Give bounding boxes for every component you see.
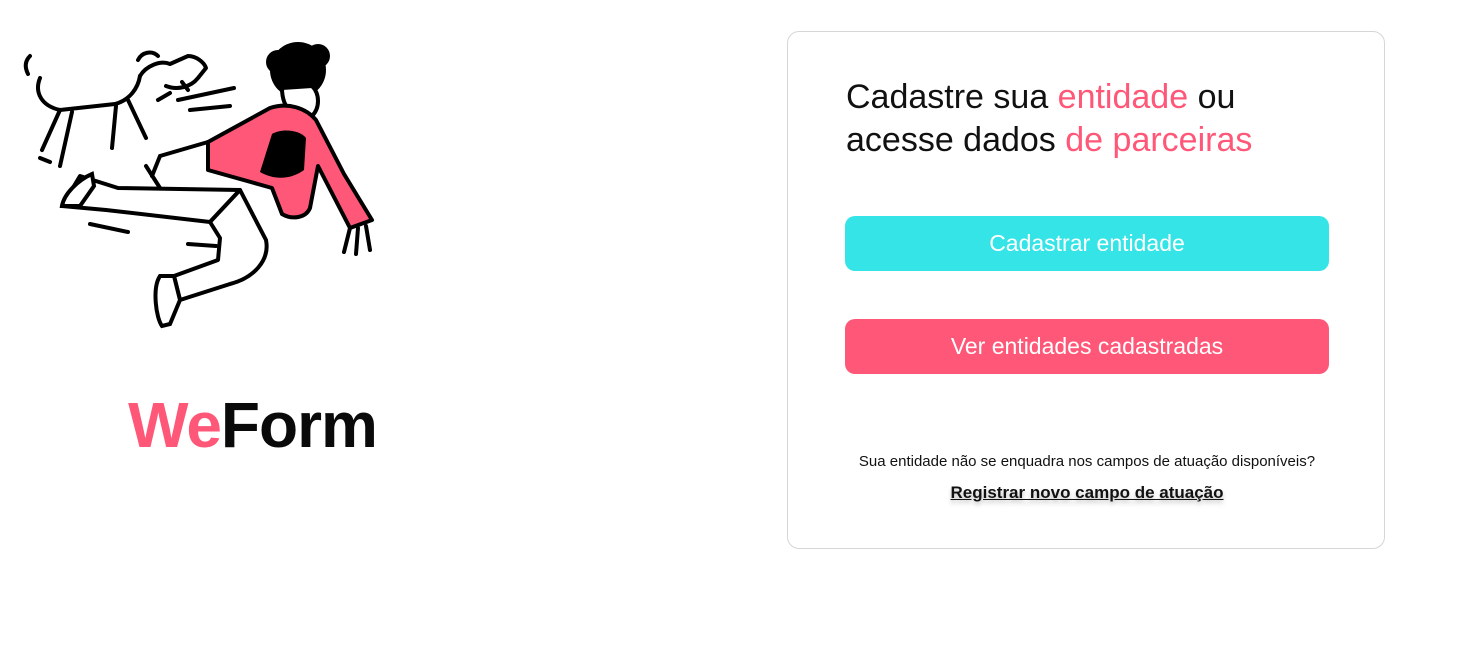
- headline-text-2: ou: [1188, 78, 1236, 116]
- help-text: Sua entidade não se enquadra nos campos …: [858, 453, 1316, 470]
- running-person-with-dog-icon: [23, 42, 374, 329]
- brand-logo: WeForm: [0, 390, 505, 460]
- brand-logo-we: We: [128, 389, 222, 461]
- headline-text-3: acesse dados: [846, 121, 1066, 159]
- headline-text-1: Cadastre sua: [846, 78, 1058, 116]
- register-field-link[interactable]: Registrar novo campo de atuação: [788, 483, 1386, 503]
- access-card: Cadastre sua entidade ou acesse dados de…: [787, 31, 1385, 549]
- register-entity-button[interactable]: Cadastrar entidade: [845, 216, 1329, 271]
- brand-logo-form: Form: [220, 389, 378, 461]
- view-entities-button[interactable]: Ver entidades cadastradas: [845, 319, 1329, 374]
- hero-illustration: [20, 38, 390, 333]
- headline-accent-2: de parceiras: [1065, 121, 1253, 159]
- card-headline: Cadastre sua entidade ou acesse dados de…: [846, 76, 1326, 162]
- headline-accent-1: entidade: [1057, 78, 1189, 116]
